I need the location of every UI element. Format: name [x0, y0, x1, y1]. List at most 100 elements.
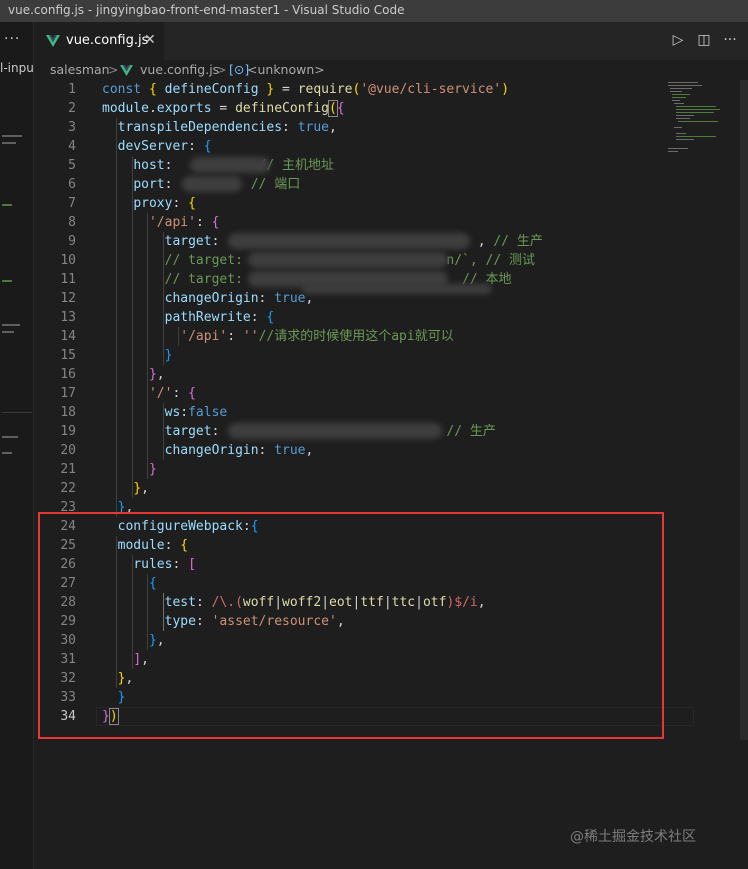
run-icon[interactable]: ▷ [670, 32, 686, 48]
minimap-line [668, 151, 678, 152]
code-line-8: '/api': { [102, 213, 219, 232]
breadcrumb-folder[interactable]: salesman [50, 62, 110, 77]
code-token: : [258, 291, 275, 306]
tab-vue-config[interactable]: vue.config.js ✕ [34, 22, 164, 60]
window-title: vue.config.js - jingyingbao-front-end-ma… [8, 3, 405, 17]
minimap-line [676, 133, 686, 134]
redacted-value [182, 176, 242, 192]
line-number: 17 [60, 386, 76, 401]
code-token: defineConfig [235, 101, 329, 116]
code-token: , [477, 234, 494, 249]
vertical-scrollbar[interactable] [740, 80, 748, 869]
code-line-15: } [102, 346, 173, 365]
code-line-14: '/api': ''//请求的时候使用这个api就可以 [102, 327, 453, 346]
line-number: 11 [60, 272, 76, 287]
tab-label: vue.config.js [66, 33, 149, 48]
minimap-line [668, 82, 698, 83]
breadcrumb-symbol[interactable]: <unknown> [247, 62, 325, 77]
sidebar-preview-line [2, 204, 12, 206]
line-number: 5 [68, 158, 76, 173]
minimap-line [676, 115, 694, 116]
code-token: : [250, 310, 267, 325]
line-number: 4 [68, 139, 76, 154]
line-number: 13 [60, 310, 76, 325]
code-token: : [172, 386, 189, 401]
code-line-13: pathRewrite: { [102, 308, 275, 327]
more-actions-icon[interactable]: ··· [4, 31, 20, 47]
annotation-box [38, 512, 664, 739]
redacted-value [190, 157, 270, 173]
tab-bar: vue.config.js ✕ ▷ ◫ ··· [34, 22, 748, 60]
code-token: // target: [164, 272, 243, 287]
code-token: proxy [133, 196, 173, 211]
sidebar-truncated-label[interactable]: l-inpu [0, 61, 33, 75]
minimap-line [672, 94, 690, 95]
code-token: : [172, 196, 189, 211]
minimap-line [676, 118, 690, 119]
code-line-3: transpileDependencies: true, [102, 118, 337, 137]
minimap-line [676, 112, 714, 113]
line-number: 8 [68, 215, 76, 230]
breadcrumb-file[interactable]: vue.config.js [140, 62, 219, 77]
code-token: { [211, 215, 220, 230]
code-token: { [188, 386, 196, 401]
code-token: = [274, 82, 298, 97]
code-token: true [297, 120, 329, 135]
minimap-line [668, 85, 702, 86]
code-token: exports [156, 101, 212, 116]
code-token: = [211, 101, 236, 116]
line-number: 21 [60, 462, 76, 477]
minimap-line [672, 100, 680, 101]
line-number: 3 [68, 120, 76, 135]
sidebar-preview-line [2, 142, 16, 144]
code-line-16: }, [102, 365, 165, 384]
editor-actions: ▷ ◫ ··· [670, 32, 738, 48]
close-icon[interactable]: ✕ [144, 32, 156, 48]
code-token: , [305, 291, 314, 306]
code-token: module [102, 101, 149, 116]
code-editor[interactable]: 1 2 3 4 5 6 7 8 9 10 11 12 13 14 15 16 17 18 19 20 21 22 23 24 2… [34, 80, 748, 869]
line-number: 12 [60, 291, 76, 306]
minimap-line [674, 103, 684, 104]
code-token: } [258, 82, 275, 97]
code-token: { [188, 196, 196, 211]
code-token: : [188, 139, 204, 154]
code-line-2: module.exports = defineConfig({ [102, 99, 345, 118]
code-token: , [329, 120, 337, 135]
vue-icon [120, 65, 133, 76]
code-token: // 生产 [493, 234, 543, 249]
code-token: '/' [148, 386, 173, 401]
minimap[interactable] [666, 80, 736, 160]
line-number: 7 [68, 196, 76, 211]
code-token: { [266, 310, 275, 325]
code-token: , [141, 481, 149, 496]
code-token: { [203, 139, 212, 154]
breadcrumb-separator: > [216, 62, 227, 77]
minimap-line [668, 148, 688, 149]
code-token: } [148, 367, 157, 382]
more-actions-icon[interactable]: ··· [722, 32, 738, 48]
split-editor-icon[interactable]: ◫ [696, 32, 712, 48]
minimap-line [670, 88, 692, 89]
scrollbar-thumb[interactable] [740, 80, 748, 740]
minimap-line [670, 91, 682, 92]
code-token: : [195, 215, 212, 230]
code-token: : [164, 177, 181, 192]
title-bar: vue.config.js - jingyingbao-front-end-ma… [0, 0, 748, 22]
code-token: : [258, 443, 275, 458]
minimap-line [676, 109, 720, 110]
code-token: } [133, 481, 142, 496]
breadcrumb-separator: > [108, 62, 119, 77]
code-token: false [188, 405, 228, 420]
